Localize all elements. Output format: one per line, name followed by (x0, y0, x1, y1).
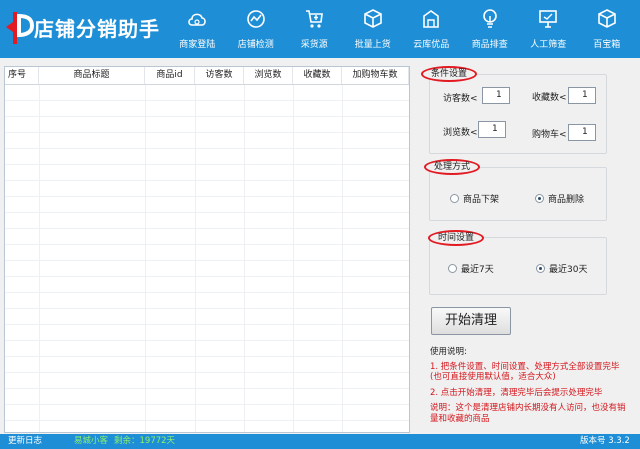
col-cart[interactable]: 加购物车数 (342, 67, 409, 84)
radio-label: 最近7天 (461, 265, 494, 275)
views-label: 浏览数< (443, 128, 478, 138)
user-name: 易城小客 (74, 436, 109, 446)
cube-icon (363, 9, 382, 28)
radio-last-7-days[interactable]: 最近7天 (448, 262, 494, 275)
nav-label: 批量上货 (354, 40, 391, 50)
nav-manual-screening[interactable]: 人工筛查 (519, 0, 578, 58)
box-icon (597, 9, 616, 28)
app-title: 店铺分销助手 (34, 17, 160, 41)
radio-button[interactable] (448, 264, 457, 273)
radio-button[interactable] (450, 194, 459, 203)
product-table[interactable]: 序号 商品标题 商品id 访客数 浏览数 收藏数 加购物车数 (4, 66, 410, 433)
col-index[interactable]: 序号 (5, 67, 39, 84)
start-clean-button[interactable]: 开始清理 (431, 307, 511, 335)
visitors-label: 访客数< (443, 94, 478, 104)
update-log-link[interactable]: 更新日志 (8, 434, 42, 449)
cart-icon (306, 10, 323, 28)
building-icon (423, 10, 439, 28)
radio-last-30-days[interactable]: 最近30天 (536, 262, 587, 275)
instructions-step1-default: (也可直接使用默认值，适合大众) (430, 372, 556, 382)
instructions-step2: 2. 点击开始清理，清理完毕后会提示处理完毕 (430, 388, 603, 398)
nav-toolbox[interactable]: 百宝箱 (578, 0, 637, 58)
conditions-group (429, 74, 607, 154)
grid-line (195, 85, 196, 432)
monitor-icon (539, 10, 557, 28)
radio-button-selected[interactable] (535, 194, 544, 203)
nav-label: 店铺检测 (237, 40, 274, 50)
radio-label: 最近30天 (549, 265, 588, 275)
app-logo-icon (6, 12, 34, 44)
header-bar: 店铺分销助手 商家登陆 店铺检测 采货源 批量上货 云库优品 商品排查 人工筛查 (0, 0, 640, 58)
col-visitors[interactable]: 访客数 (195, 67, 244, 84)
nav-source-goods[interactable]: 采货源 (285, 0, 344, 58)
remaining-days: 剩余：19772天 (114, 436, 176, 446)
nav-label: 云库优品 (413, 40, 450, 50)
grid-line (244, 85, 245, 432)
radio-button-selected[interactable] (536, 264, 545, 273)
chart-icon (246, 10, 265, 28)
cloud-icon (188, 13, 206, 26)
nav-batch-upload[interactable]: 批量上货 (344, 0, 403, 58)
table-header: 序号 商品标题 商品id 访客数 浏览数 收藏数 加购物车数 (5, 67, 409, 85)
views-input[interactable]: 1 (478, 121, 506, 138)
radio-label: 商品删除 (548, 195, 585, 205)
version-label: 版本号 3.3.2 (580, 436, 630, 446)
favorites-label: 收藏数< (532, 93, 567, 103)
nav-merchant-login[interactable]: 商家登陆 (168, 0, 227, 58)
col-title[interactable]: 商品标题 (39, 67, 145, 84)
favorites-input[interactable]: 1 (568, 87, 596, 104)
col-favorites[interactable]: 收藏数 (293, 67, 342, 84)
nav-label: 采货源 (300, 40, 328, 50)
nav-cloud-picks[interactable]: 云库优品 (402, 0, 461, 58)
nav-label: 百宝箱 (593, 40, 621, 50)
bulb-icon (482, 9, 497, 28)
instructions-title: 使用说明: (430, 347, 467, 357)
grid-line (145, 85, 146, 432)
instructions-note: 说明：这个是清理店铺内长期没有人访问，也没有销量和收藏的商品 (430, 403, 626, 424)
radio-delist[interactable]: 商品下架 (450, 192, 499, 205)
time-legend: 时间设置 (428, 230, 485, 246)
nav-product-check[interactable]: 商品排查 (461, 0, 520, 58)
handling-legend: 处理方式 (424, 159, 481, 175)
cart-label: 购物车< (532, 130, 567, 140)
radio-delete[interactable]: 商品删除 (535, 192, 584, 205)
nav-label: 商品排查 (471, 40, 508, 50)
grid-line (39, 85, 40, 432)
nav-label: 商家登陆 (179, 40, 216, 50)
main-nav: 商家登陆 店铺检测 采货源 批量上货 云库优品 商品排查 人工筛查 百宝箱 (168, 0, 636, 58)
col-product-id[interactable]: 商品id (145, 67, 195, 84)
nav-label: 人工筛查 (530, 40, 567, 50)
visitors-input[interactable]: 1 (482, 87, 510, 104)
nav-shop-check[interactable]: 店铺检测 (227, 0, 286, 58)
cart-input[interactable]: 1 (568, 124, 596, 141)
radio-label: 商品下架 (463, 195, 500, 205)
status-bar: 更新日志 易城小客 剩余：19772天 版本号 3.3.2 (0, 434, 640, 449)
grid-line (342, 85, 343, 432)
col-views[interactable]: 浏览数 (244, 67, 293, 84)
grid-line (293, 85, 294, 432)
table-body (5, 85, 409, 432)
conditions-legend: 条件设置 (421, 66, 478, 82)
